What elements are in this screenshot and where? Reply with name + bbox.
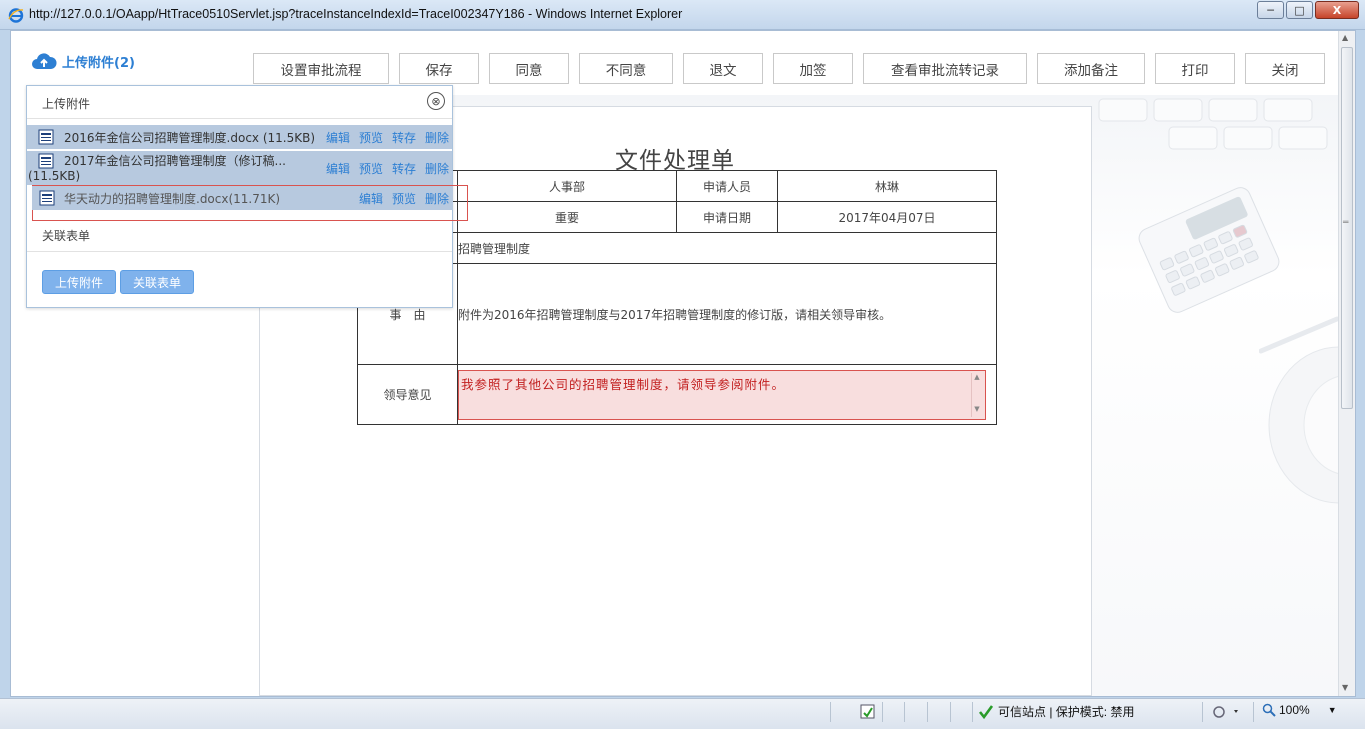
word-doc-icon <box>38 153 54 169</box>
table-row: 事 由 附件为2016年招聘管理制度与2017年招聘管理制度的修订版，请相关领导… <box>357 263 997 365</box>
security-zone-text: 可信站点 | 保护模式: 禁用 <box>998 705 1135 719</box>
related-forms-label: 关联表单 <box>42 229 91 243</box>
window-title: http://127.0.0.1/OAapp/HtTrace0510Servle… <box>29 7 683 21</box>
attachment-name[interactable]: 华天动力的招聘管理制度.docx(11.71K) <box>64 190 280 207</box>
edit-link[interactable]: 编辑 <box>359 190 383 207</box>
opinion-label: 领导意见 <box>357 364 458 425</box>
set-approval-flow-button[interactable]: 设置审批流程 <box>253 53 389 84</box>
attachment-name[interactable]: 2017年金信公司招聘管理制度（修订稿... <box>64 152 286 169</box>
chevron-down-icon[interactable]: ▼ <box>1328 705 1337 715</box>
scroll-down-icon[interactable]: ▼ <box>1342 683 1348 692</box>
word-doc-icon <box>39 190 55 206</box>
department-value: 人事部 <box>457 170 677 202</box>
ie-logo-icon <box>8 8 24 23</box>
attachment-popup: 上传附件 ⊗ 2016年金信公司招聘管理制度.docx (11.5KB) 编辑 … <box>26 85 468 308</box>
print-button[interactable]: 打印 <box>1155 53 1235 84</box>
leader-opinion-textarea[interactable]: 我参照了其他公司的招聘管理制度，请领导参阅附件。 ▲ ▼ <box>458 369 986 420</box>
return-document-button[interactable]: 退文 <box>683 53 763 84</box>
table-row: 招聘管理制度 <box>357 232 997 264</box>
zoom-icon <box>1262 703 1276 717</box>
attachment-name-continued: (11.5KB) <box>28 169 81 183</box>
reason-value: 附件为2016年招聘管理制度与2017年招聘管理制度的修订版，请相关领导审核。 <box>457 263 997 365</box>
preview-link[interactable]: 预览 <box>359 129 383 146</box>
divider <box>27 251 452 252</box>
attachment-row-highlighted: 华天动力的招聘管理制度.docx(11.71K) 编辑 预览 删除 <box>32 185 468 221</box>
textarea-scrollbar[interactable]: ▲ ▼ <box>971 372 983 417</box>
close-button[interactable]: 关闭 <box>1245 53 1325 84</box>
priority-value: 重要 <box>457 201 677 233</box>
window-close-button[interactable]: X <box>1315 1 1359 19</box>
popup-header: 上传附件 ⊗ <box>27 86 452 119</box>
opinion-text: 我参照了其他公司的招聘管理制度，请领导参阅附件。 <box>461 376 786 392</box>
page-status-icon <box>860 704 875 719</box>
attachment-row: 2016年金信公司招聘管理制度.docx (11.5KB) 编辑 预览 转存 删… <box>27 125 452 149</box>
add-note-button[interactable]: 添加备注 <box>1037 53 1145 84</box>
subject-value: 招聘管理制度 <box>457 232 997 264</box>
checkmark-icon <box>978 704 994 719</box>
preview-link[interactable]: 预览 <box>359 160 383 177</box>
save-as-link[interactable]: 转存 <box>392 160 416 177</box>
attachment-row: 2017年金信公司招聘管理制度（修订稿... (11.5KB) 编辑 预览 转存… <box>27 151 452 185</box>
popup-close-icon[interactable]: ⊗ <box>427 92 445 110</box>
disagree-button[interactable]: 不同意 <box>579 53 673 84</box>
agree-button[interactable]: 同意 <box>489 53 569 84</box>
delete-link[interactable]: 删除 <box>425 190 449 207</box>
scrollbar-thumb[interactable] <box>1341 47 1353 409</box>
delete-link[interactable]: 删除 <box>425 160 449 177</box>
attachment-name[interactable]: 2016年金信公司招聘管理制度.docx (11.5KB) <box>64 129 315 146</box>
status-bar: 可信站点 | 保护模式: 禁用 100% ▼ <box>0 698 1365 729</box>
save-button[interactable]: 保存 <box>399 53 479 84</box>
scroll-up-icon[interactable]: ▲ <box>1342 33 1348 42</box>
date-value: 2017年04月07日 <box>777 201 997 233</box>
toolbar: 设置审批流程 保存 同意 不同意 退文 加签 查看审批流转记录 添加备注 打印 … <box>253 53 1335 84</box>
preview-link[interactable]: 预览 <box>392 190 416 207</box>
edit-link[interactable]: 编辑 <box>326 160 350 177</box>
word-doc-icon <box>38 129 54 145</box>
vertical-scrollbar[interactable]: ▲ ═ ▼ <box>1338 31 1355 696</box>
cloud-upload-icon <box>32 53 57 69</box>
page-viewport: 上传附件(2) 设置审批流程 保存 同意 不同意 退文 加签 查看审批流转记录 … <box>10 30 1356 697</box>
cup-illustration <box>1268 346 1339 504</box>
popup-title: 上传附件 <box>42 97 91 111</box>
upload-toggle-label: 上传附件(2) <box>62 55 135 71</box>
zoom-level: 100% <box>1279 703 1310 717</box>
popup-blocker-icon[interactable] <box>1212 704 1242 720</box>
applicant-value: 林琳 <box>777 170 997 202</box>
view-approval-history-button[interactable]: 查看审批流转记录 <box>863 53 1027 84</box>
upload-attachment-button[interactable]: 上传附件 <box>42 270 116 294</box>
upload-attachments-toggle[interactable]: 上传附件(2) <box>31 51 135 71</box>
date-label: 申请日期 <box>676 201 778 233</box>
applicant-label: 申请人员 <box>676 170 778 202</box>
save-as-link[interactable]: 转存 <box>392 129 416 146</box>
maximize-button[interactable]: □ <box>1286 1 1313 19</box>
title-bar: http://127.0.0.1/OAapp/HtTrace0510Servle… <box>0 0 1365 30</box>
minimize-button[interactable]: ─ <box>1257 1 1284 19</box>
grip-icon: ═ <box>1343 218 1349 228</box>
add-signer-button[interactable]: 加签 <box>773 53 853 84</box>
table-row: 领导意见 我参照了其他公司的招聘管理制度，请领导参阅附件。 ▲ ▼ <box>357 364 997 425</box>
delete-link[interactable]: 删除 <box>425 129 449 146</box>
edit-link[interactable]: 编辑 <box>326 129 350 146</box>
calculator-illustration <box>1138 187 1280 313</box>
zoom-control[interactable]: 100% ▼ <box>1262 703 1337 717</box>
related-form-button[interactable]: 关联表单 <box>120 270 194 294</box>
security-zone[interactable]: 可信站点 | 保护模式: 禁用 <box>978 703 1134 720</box>
